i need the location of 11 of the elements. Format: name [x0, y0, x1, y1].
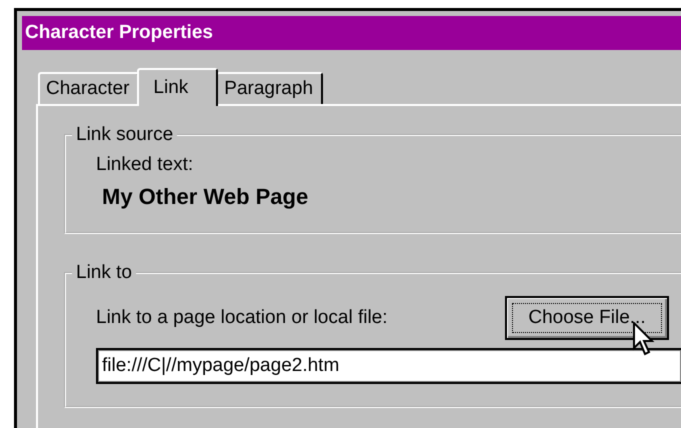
linked-text-value: My Other Web Page	[102, 184, 310, 210]
group-legend: Link source	[72, 124, 178, 146]
choose-file-button[interactable]: Choose File...	[505, 296, 669, 340]
link-to-label: Link to a page location or local file:	[96, 307, 388, 329]
tab[interactable]: Link	[137, 68, 218, 106]
group-legend: Link to	[72, 262, 136, 284]
window-title: Character Properties	[22, 16, 681, 50]
tab[interactable]: Paragraph	[216, 72, 324, 104]
linked-text-label: Linked text:	[96, 154, 194, 176]
tab[interactable]: Character	[38, 72, 140, 104]
url-input-field[interactable]: file:///C|//mypage/page2.htm	[96, 348, 681, 384]
